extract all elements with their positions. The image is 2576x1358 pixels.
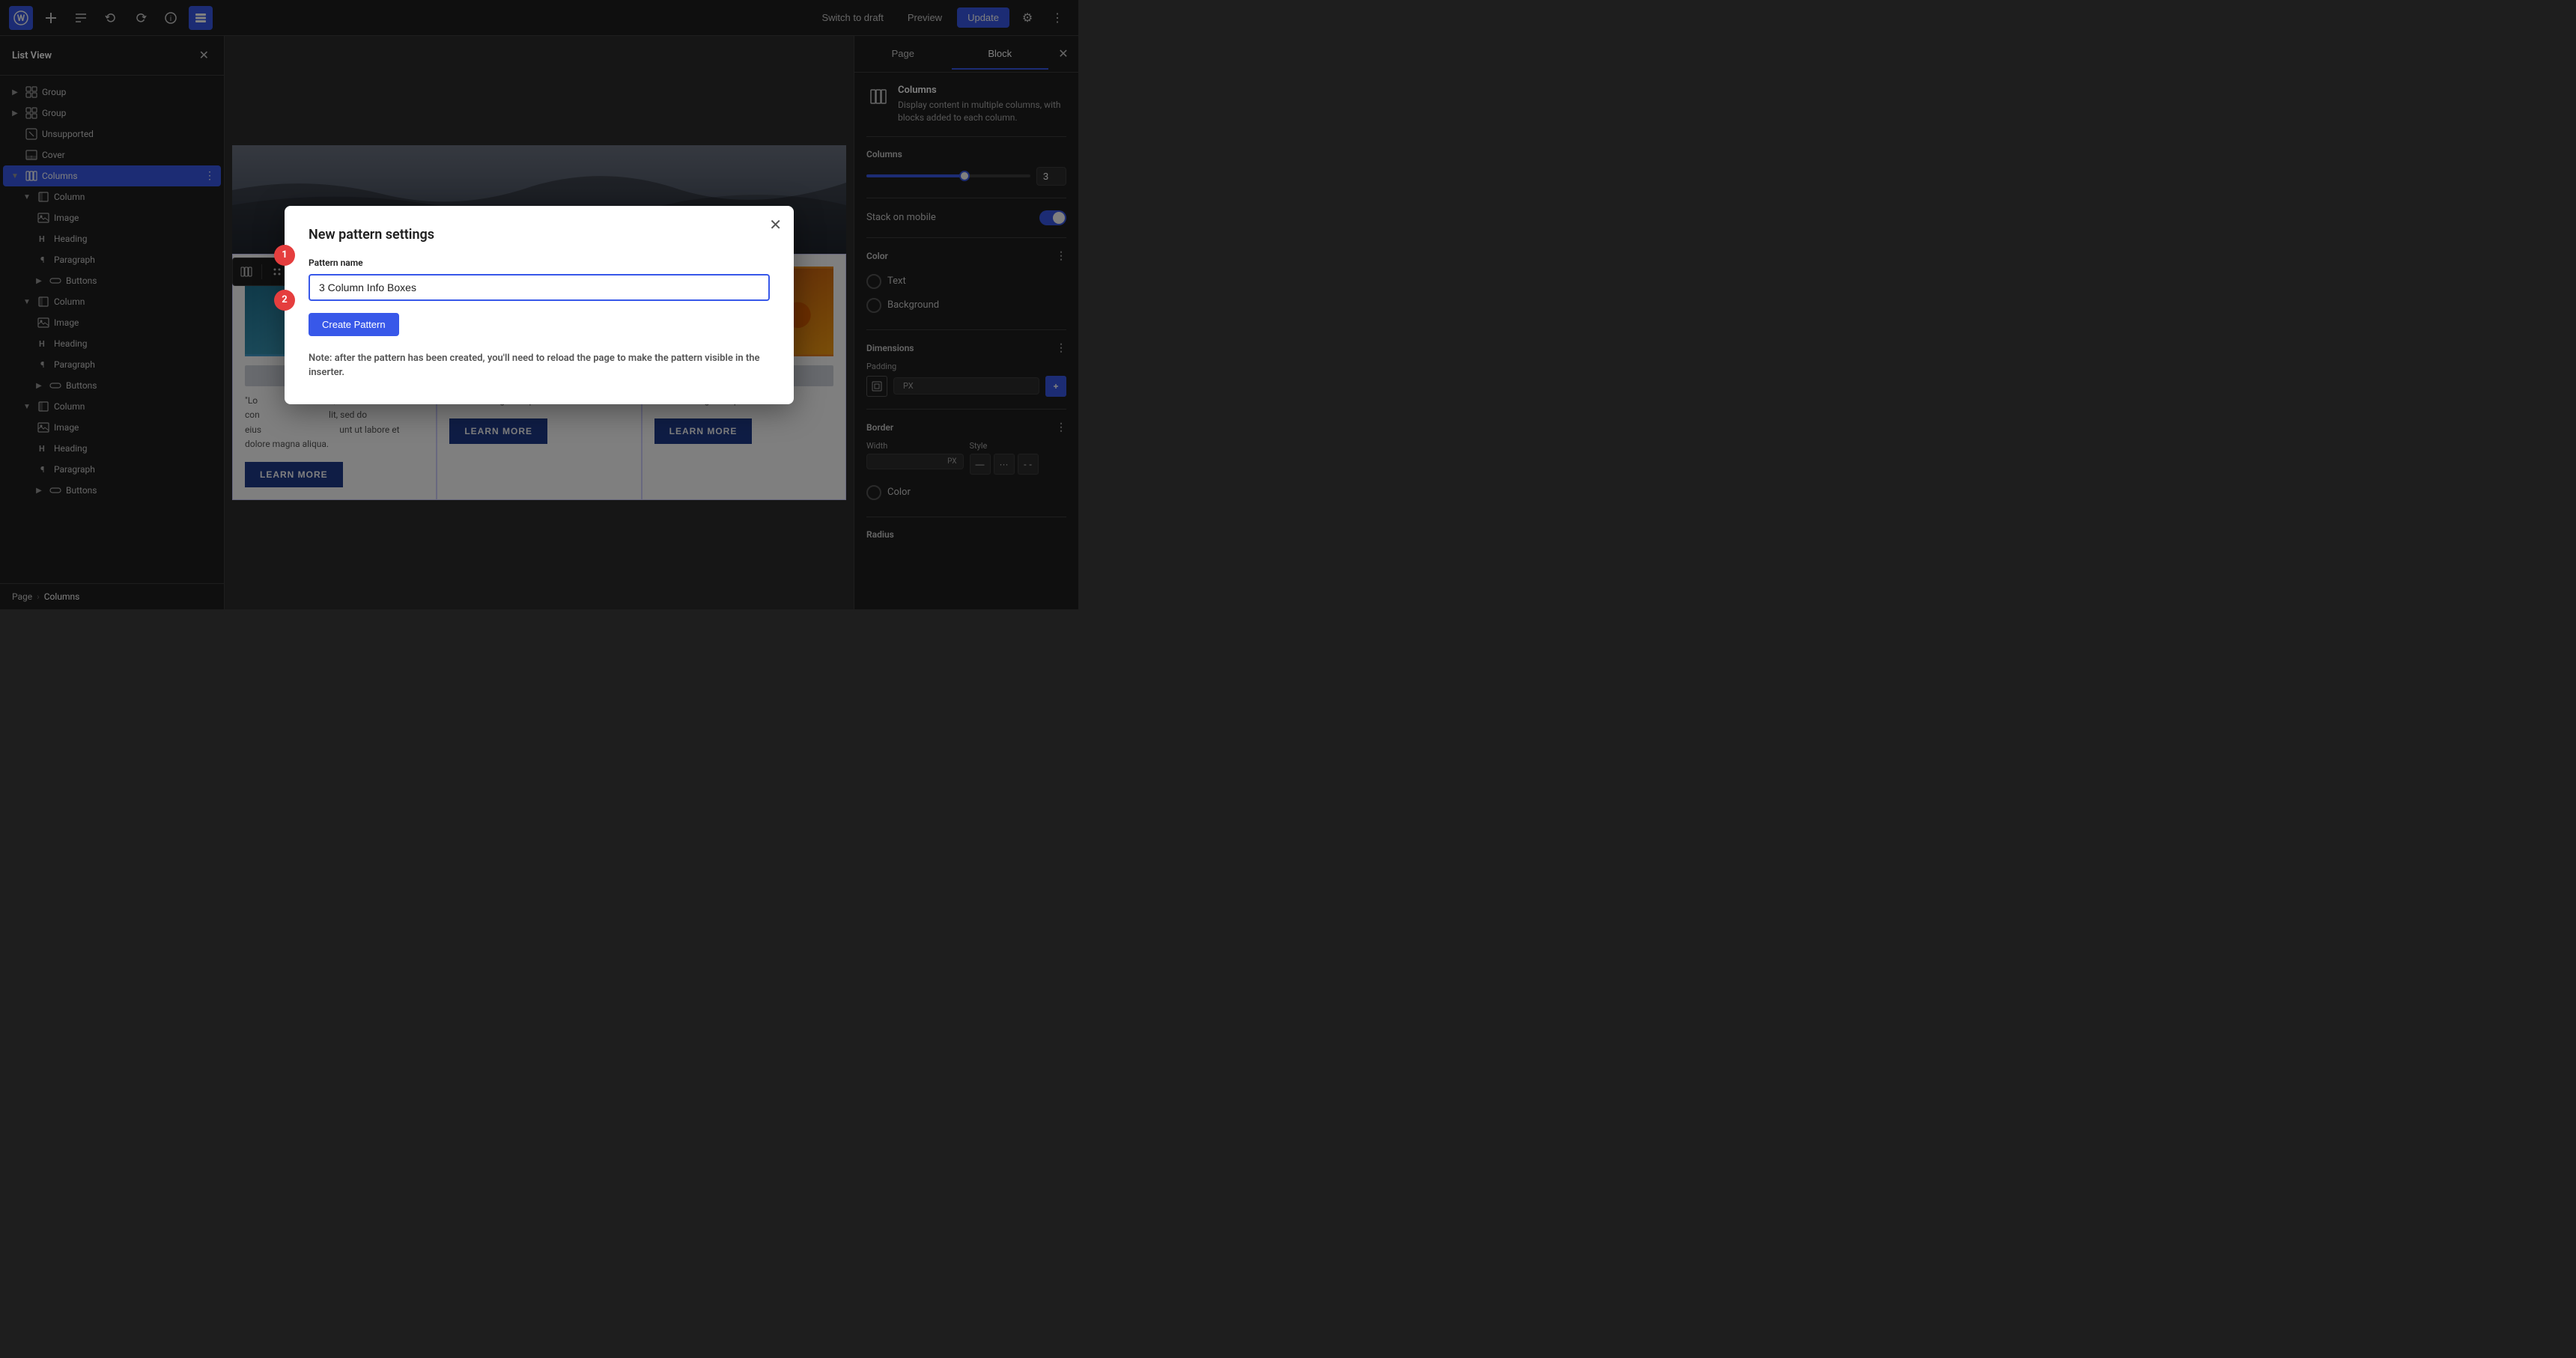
modal-note: Note: after the pattern has been created… bbox=[309, 351, 770, 380]
pattern-name-input[interactable] bbox=[309, 274, 770, 301]
new-pattern-settings-modal: 1 2 New pattern settings ✕ Pattern name … bbox=[285, 206, 794, 404]
modal-title: New pattern settings bbox=[309, 227, 770, 243]
create-pattern-button[interactable]: Create Pattern bbox=[309, 313, 399, 336]
modal-close-button[interactable]: ✕ bbox=[769, 218, 782, 233]
modal-overlay: 1 2 New pattern settings ✕ Pattern name … bbox=[0, 0, 1078, 609]
step-2-badge: 2 bbox=[274, 290, 295, 311]
step-1-badge: 1 bbox=[274, 245, 295, 266]
pattern-name-label: Pattern name bbox=[309, 258, 770, 268]
